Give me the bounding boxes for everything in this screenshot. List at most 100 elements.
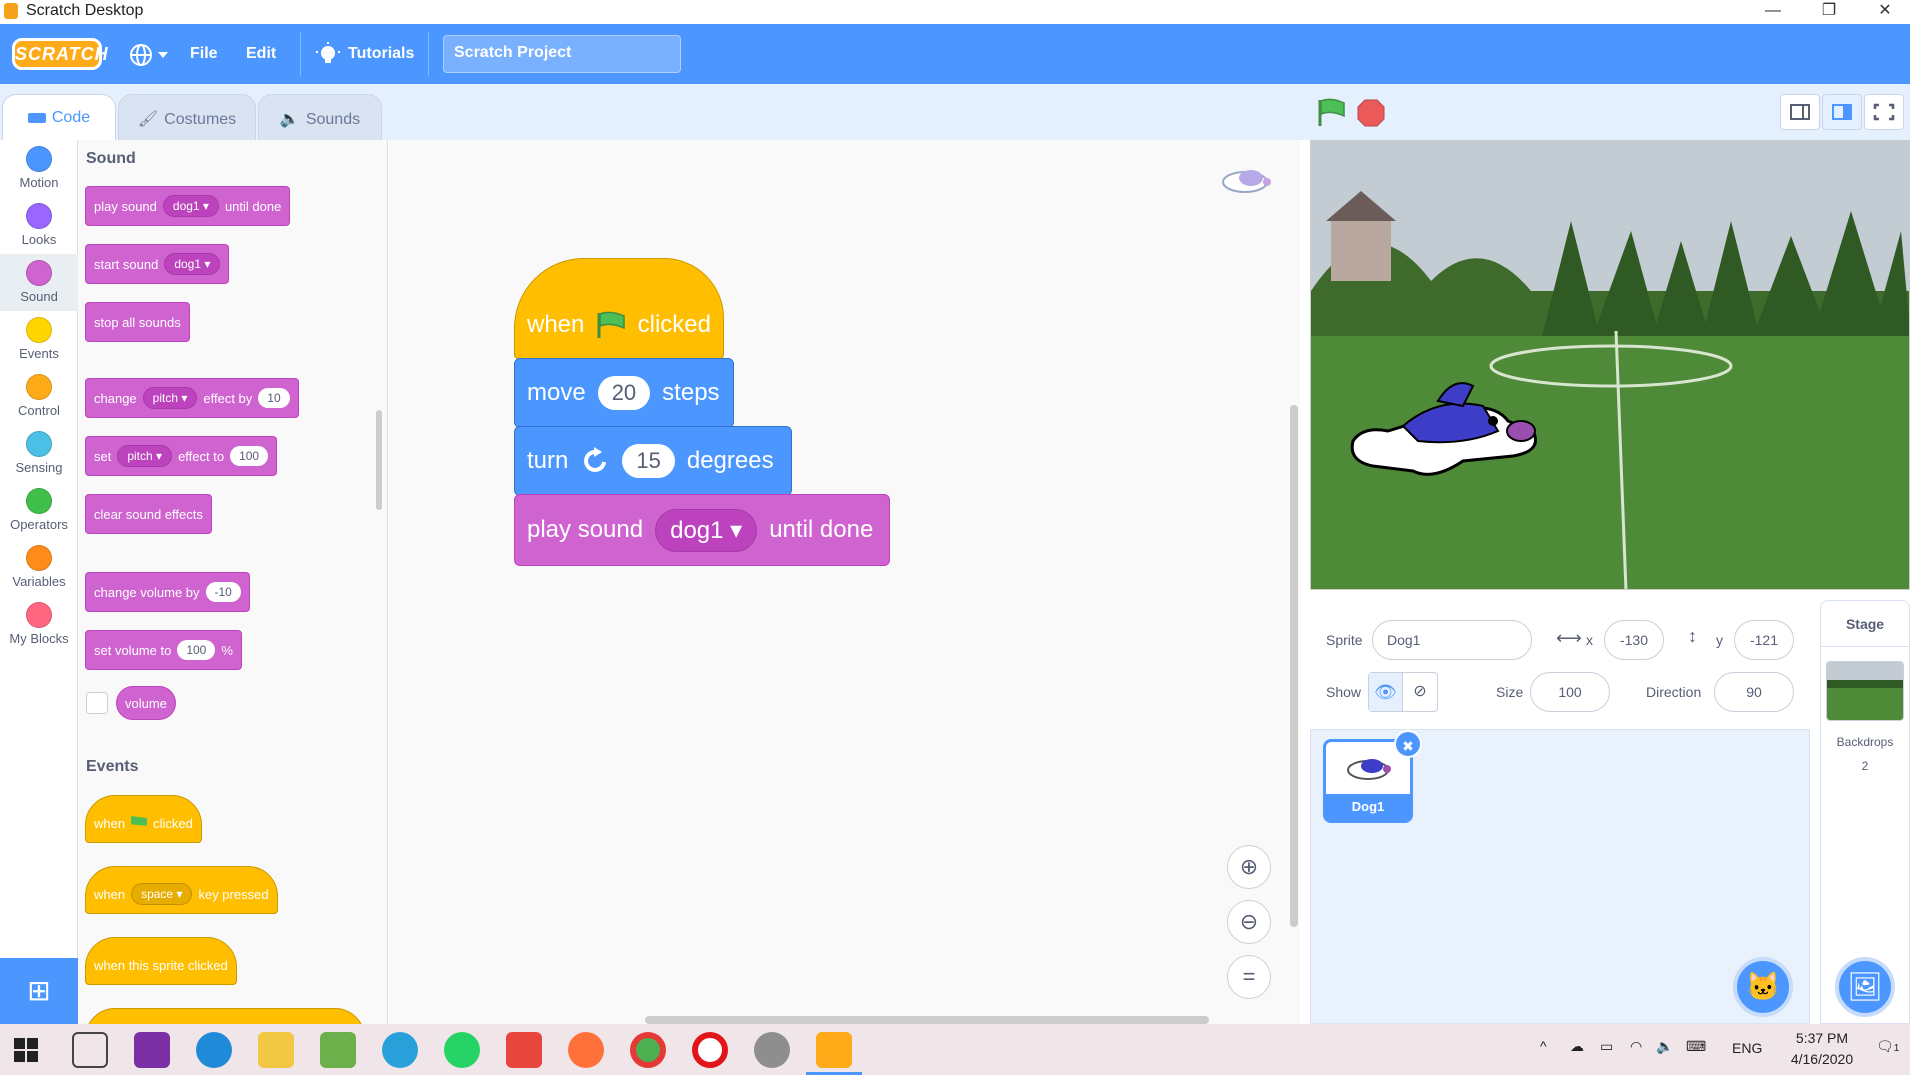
effect-dropdown[interactable]: pitch ▾ [142, 387, 198, 409]
script-when-flag-clicked[interactable]: when clicked [514, 258, 724, 360]
telegram-icon[interactable] [382, 1032, 418, 1068]
normal-stage-button[interactable] [1822, 94, 1862, 130]
chrome-profile-icon[interactable] [754, 1032, 790, 1068]
script-play-sound-until-done[interactable]: play sound dog1 ▾ until done [514, 494, 890, 566]
tab-code[interactable]: Code [2, 94, 116, 141]
block-set-volume[interactable]: set volume to 100 % [85, 630, 242, 670]
stage-selector-pane[interactable]: Stage Backdrops 2 🖼 [1820, 600, 1910, 1024]
app-icon[interactable] [320, 1032, 356, 1068]
block-play-sound-until-done[interactable]: play sound dog1 ▾ until done [85, 186, 291, 226]
size-input[interactable]: 100 [1530, 672, 1610, 712]
scratch-desktop-icon[interactable] [816, 1032, 852, 1068]
language-menu[interactable] [128, 42, 170, 73]
block-start-sound[interactable]: start sound dog1 ▾ [85, 244, 230, 284]
steps-input[interactable]: 20 [597, 376, 651, 410]
sound-dropdown[interactable]: dog1 ▾ [162, 195, 219, 217]
minimize-button[interactable]: — [1750, 0, 1796, 24]
script-move-steps[interactable]: move 20 steps [514, 358, 734, 428]
choose-sprite-button[interactable]: 🐱 [1733, 957, 1793, 1017]
opera-icon[interactable] [692, 1032, 728, 1068]
small-stage-button[interactable] [1780, 94, 1820, 130]
block-when-key-pressed[interactable]: when space ▾ key pressed [85, 866, 278, 914]
close-button[interactable]: ✕ [1862, 0, 1908, 24]
choose-backdrop-button[interactable]: 🖼 [1835, 957, 1895, 1017]
dog1-sprite[interactable] [1343, 371, 1543, 486]
project-title-input[interactable]: Scratch Project [443, 35, 681, 73]
file-explorer-icon[interactable] [258, 1032, 294, 1068]
notification-center-icon[interactable]: 🗨1 [1876, 1038, 1899, 1055]
script-turn-degrees[interactable]: turn 15 degrees [514, 426, 792, 496]
zoom-in-button[interactable]: ⊕ [1227, 845, 1271, 889]
tray-chevron-icon[interactable]: ^ [1540, 1038, 1547, 1054]
block-volume-reporter[interactable]: volume [116, 686, 176, 720]
battery-icon[interactable]: ▭ [1600, 1038, 1613, 1055]
number-input[interactable]: 100 [230, 446, 269, 466]
sound-dropdown[interactable]: dog1 ▾ [164, 253, 221, 275]
onenote-icon[interactable] [134, 1032, 170, 1068]
degrees-input[interactable]: 15 [622, 444, 675, 478]
sprite-name-input[interactable]: Dog1 [1372, 620, 1532, 660]
block-stop-all-sounds[interactable]: stop all sounds [85, 302, 190, 342]
add-extension-button[interactable]: ⊞ [0, 958, 78, 1024]
firefox-icon[interactable] [568, 1032, 604, 1068]
x-position-input[interactable]: -130 [1604, 620, 1664, 660]
onedrive-icon[interactable]: ☁ [1570, 1038, 1584, 1055]
hide-sprite-button[interactable]: ⊘ [1403, 673, 1437, 711]
category-control[interactable]: Control [0, 368, 78, 425]
y-position-input[interactable]: -121 [1734, 620, 1794, 660]
clock-date[interactable]: 4/16/2020 [1772, 1051, 1872, 1067]
block-when-sprite-clicked[interactable]: when this sprite clicked [85, 937, 237, 985]
category-variables[interactable]: Variables [0, 539, 78, 596]
language-indicator[interactable]: ENG [1732, 1040, 1762, 1056]
file-menu[interactable]: File [190, 45, 218, 63]
category-events[interactable]: Events [0, 311, 78, 368]
category-looks[interactable]: Looks [0, 197, 78, 254]
sprite-tile-dog1[interactable]: Dog1 ✖ [1323, 730, 1422, 823]
category-sensing[interactable]: Sensing [0, 425, 78, 482]
category-sound[interactable]: Sound [0, 254, 78, 311]
sound-dropdown[interactable]: dog1 ▾ [655, 508, 758, 552]
tutorials-button[interactable]: Tutorials [316, 42, 414, 66]
stage-canvas[interactable] [1310, 140, 1910, 590]
tab-sounds[interactable]: 🔈 Sounds [258, 94, 382, 140]
edit-menu[interactable]: Edit [246, 45, 276, 63]
number-input[interactable]: 100 [177, 640, 216, 660]
fullscreen-button[interactable] [1864, 94, 1904, 130]
tab-costumes[interactable]: 🖌 Costumes [118, 94, 256, 140]
volume-monitor-checkbox[interactable] [86, 692, 108, 714]
chrome-icon[interactable] [630, 1032, 666, 1068]
edge-icon[interactable] [196, 1032, 232, 1068]
key-dropdown[interactable]: space ▾ [131, 883, 193, 905]
scratch-logo[interactable]: SCRATCH [12, 38, 108, 70]
show-sprite-button[interactable]: 👁 [1369, 673, 1404, 711]
block-clear-sound-effects[interactable]: clear sound effects [85, 494, 212, 534]
workspace-horizontal-scrollbar[interactable] [645, 1016, 1209, 1024]
block-change-effect[interactable]: change pitch ▾ effect by 10 [85, 378, 299, 418]
effect-dropdown[interactable]: pitch ▾ [117, 445, 173, 467]
stop-button[interactable] [1356, 98, 1386, 133]
block-change-volume[interactable]: change volume by -10 [85, 572, 250, 612]
volume-icon[interactable]: 🔈 [1656, 1038, 1673, 1055]
windows-start-button[interactable] [14, 1038, 38, 1067]
block-when-flag-clicked[interactable]: when clicked [85, 795, 202, 843]
script-workspace[interactable]: when clicked move 20 steps turn 15 degre… [389, 140, 1300, 1024]
zoom-reset-button[interactable]: = [1227, 955, 1271, 999]
keyboard-icon[interactable]: ⌨ [1686, 1038, 1706, 1055]
number-input[interactable]: -10 [205, 582, 241, 602]
clock-time[interactable]: 5:37 PM [1782, 1030, 1862, 1046]
maximize-button[interactable]: ❐ [1806, 0, 1852, 24]
block-set-effect[interactable]: set pitch ▾ effect to 100 [85, 436, 278, 476]
workspace-vertical-scrollbar[interactable] [1290, 405, 1298, 927]
anydesk-icon[interactable] [506, 1032, 542, 1068]
block-partial[interactable] [85, 1008, 365, 1024]
task-view-icon[interactable] [72, 1032, 108, 1068]
green-flag-button[interactable] [1316, 98, 1346, 133]
category-my-blocks[interactable]: My Blocks [0, 596, 78, 653]
whatsapp-icon[interactable] [444, 1032, 480, 1068]
category-operators[interactable]: Operators [0, 482, 78, 539]
wifi-icon[interactable]: ◠ [1630, 1038, 1642, 1055]
palette-scrollbar[interactable] [376, 410, 382, 510]
number-input[interactable]: 10 [258, 388, 290, 408]
zoom-out-button[interactable]: ⊖ [1227, 900, 1271, 944]
category-motion[interactable]: Motion [0, 140, 78, 197]
